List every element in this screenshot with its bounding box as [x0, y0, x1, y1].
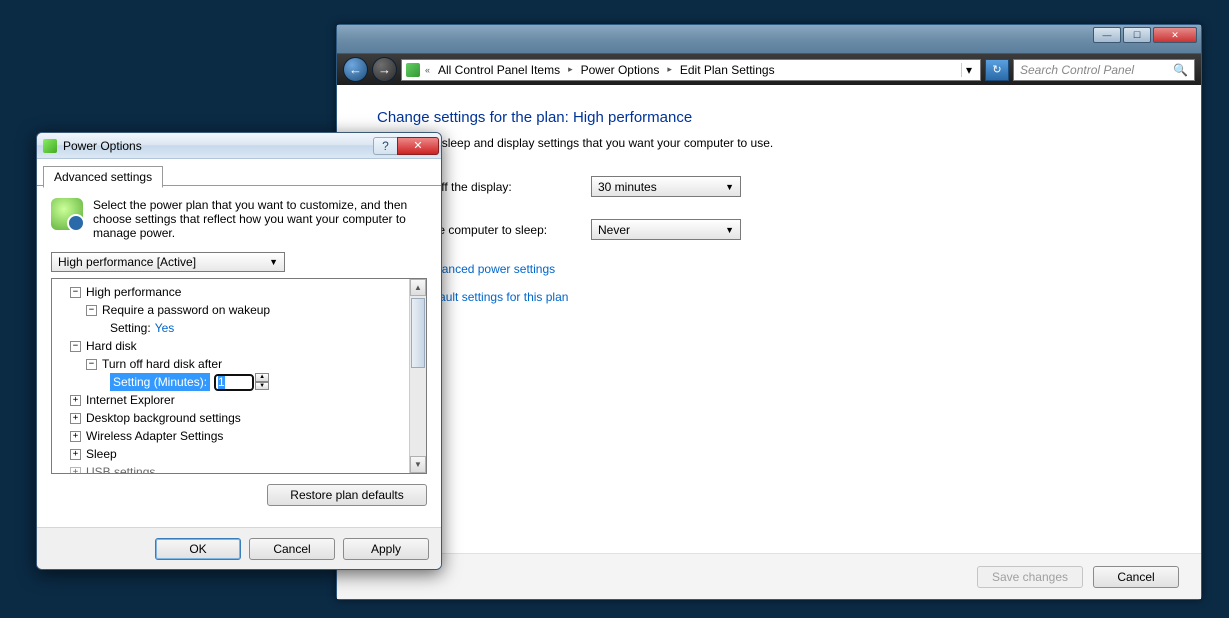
dialog-footer: OK Cancel Apply — [37, 527, 441, 569]
tree-setting-password[interactable]: Setting: Yes — [54, 319, 407, 337]
tree-node-hard-disk[interactable]: − Hard disk — [54, 337, 407, 355]
breadcrumb-item[interactable]: Power Options — [578, 63, 663, 77]
tab-strip: Advanced settings — [37, 159, 441, 185]
tree-label: Setting: — [110, 319, 151, 337]
expand-icon[interactable]: + — [70, 431, 81, 442]
breadcrumb-sep-icon: « — [422, 65, 433, 75]
expand-icon[interactable]: + — [70, 449, 81, 460]
expand-icon[interactable]: + — [70, 467, 81, 474]
tree-setting-hdd-minutes[interactable]: Setting (Minutes): ▲ ▼ — [54, 373, 407, 391]
select-value: 30 minutes — [598, 180, 657, 194]
ok-button[interactable]: OK — [155, 538, 241, 560]
window-titlebar[interactable]: — ☐ ✕ — [337, 25, 1201, 53]
breadcrumb-item[interactable]: All Control Panel Items — [435, 63, 563, 77]
tree-node-sleep[interactable]: + Sleep — [54, 445, 407, 463]
back-button[interactable]: ← — [343, 57, 368, 82]
tree-label: USB settings — [86, 463, 155, 473]
scroll-track[interactable] — [410, 296, 426, 456]
battery-icon — [43, 139, 57, 153]
tab-advanced-settings[interactable]: Advanced settings — [43, 166, 163, 188]
tree-label: Turn off hard disk after — [102, 355, 222, 373]
breadcrumb-item[interactable]: Edit Plan Settings — [677, 63, 778, 77]
breadcrumb-dropdown-icon[interactable]: ▾ — [961, 63, 976, 77]
tree-node-high-performance[interactable]: − High performance — [54, 283, 407, 301]
tree-label: Sleep — [86, 445, 117, 463]
dialog-title: Power Options — [63, 139, 142, 153]
spinner-down-button[interactable]: ▼ — [255, 382, 269, 391]
apply-button[interactable]: Apply — [343, 538, 429, 560]
window-close-button[interactable]: ✕ — [1153, 27, 1197, 43]
tree-label: Require a password on wakeup — [102, 301, 270, 319]
tree-label-selected: Setting (Minutes): — [110, 373, 210, 391]
tree-node-require-password[interactable]: − Require a password on wakeup — [54, 301, 407, 319]
tree-label: Internet Explorer — [86, 391, 175, 409]
help-button[interactable]: ? — [373, 137, 397, 155]
minimize-button[interactable]: — — [1093, 27, 1121, 43]
link-advanced-settings[interactable]: Change advanced power settings — [377, 262, 1161, 276]
cancel-button[interactable]: Cancel — [249, 538, 335, 560]
settings-tree: − High performance − Require a password … — [51, 278, 427, 474]
breadcrumb[interactable]: « All Control Panel Items ▸ Power Option… — [401, 59, 981, 81]
control-panel-window: — ☐ ✕ ← → « All Control Panel Items ▸ Po… — [336, 24, 1202, 600]
dialog-close-button[interactable]: ✕ — [397, 137, 439, 155]
tree-node-desktop-bg[interactable]: + Desktop background settings — [54, 409, 407, 427]
collapse-icon[interactable]: − — [86, 305, 97, 316]
power-plan-icon — [51, 198, 83, 230]
tree-label: Hard disk — [86, 337, 137, 355]
scroll-up-button[interactable]: ▲ — [410, 279, 426, 296]
dialog-titlebar[interactable]: Power Options ? ✕ — [37, 133, 441, 159]
setting-row-display: Turn off the display: 30 minutes ▼ — [377, 176, 1161, 197]
dialog-intro: Select the power plan that you want to c… — [51, 198, 427, 240]
cancel-button[interactable]: Cancel — [1093, 566, 1179, 588]
scroll-down-button[interactable]: ▼ — [410, 456, 426, 473]
save-changes-button[interactable]: Save changes — [977, 566, 1083, 588]
control-panel-icon — [406, 63, 420, 77]
sleep-timeout-select[interactable]: Never ▼ — [591, 219, 741, 240]
select-value: Never — [598, 223, 630, 237]
minutes-input[interactable] — [214, 374, 254, 391]
search-icon: 🔍 — [1173, 63, 1188, 77]
link-restore-defaults[interactable]: Restore default settings for this plan — [377, 290, 1161, 304]
refresh-button[interactable]: ↻ — [985, 59, 1009, 81]
tree-value[interactable]: Yes — [155, 319, 175, 337]
restore-plan-defaults-button[interactable]: Restore plan defaults — [267, 484, 427, 506]
tree-label: High performance — [86, 283, 181, 301]
page-footer: Save changes Cancel — [337, 553, 1201, 599]
search-input[interactable]: Search Control Panel 🔍 — [1013, 59, 1195, 81]
navigation-bar: ← → « All Control Panel Items ▸ Power Op… — [337, 53, 1201, 85]
tree-node-turn-off-hdd[interactable]: − Turn off hard disk after — [54, 355, 407, 373]
minutes-spinner[interactable]: ▲ ▼ — [214, 373, 254, 391]
chevron-down-icon: ▼ — [269, 257, 278, 267]
power-plan-select[interactable]: High performance [Active] ▼ — [51, 252, 285, 272]
collapse-icon[interactable]: − — [70, 341, 81, 352]
tree-label: Wireless Adapter Settings — [86, 427, 223, 445]
maximize-button[interactable]: ☐ — [1123, 27, 1151, 43]
chevron-down-icon: ▼ — [725, 225, 734, 235]
vertical-scrollbar[interactable]: ▲ ▼ — [409, 279, 426, 473]
tree-node-usb[interactable]: + USB settings — [54, 463, 407, 473]
dialog-body: Select the power plan that you want to c… — [37, 185, 441, 527]
page-title: Change settings for the plan: High perfo… — [377, 109, 1161, 126]
tree-node-wireless[interactable]: + Wireless Adapter Settings — [54, 427, 407, 445]
chevron-right-icon: ▸ — [565, 64, 576, 75]
collapse-icon[interactable]: − — [70, 287, 81, 298]
tree-node-ie[interactable]: + Internet Explorer — [54, 391, 407, 409]
scroll-thumb[interactable] — [411, 298, 425, 368]
display-timeout-select[interactable]: 30 minutes ▼ — [591, 176, 741, 197]
forward-button[interactable]: → — [372, 57, 397, 82]
page-body: Change settings for the plan: High perfo… — [337, 85, 1201, 553]
tree-label: Desktop background settings — [86, 409, 241, 427]
page-subtitle: Choose the sleep and display settings th… — [377, 136, 1161, 150]
collapse-icon[interactable]: − — [86, 359, 97, 370]
tree-content: − High performance − Require a password … — [52, 279, 409, 473]
chevron-right-icon: ▸ — [664, 64, 675, 75]
expand-icon[interactable]: + — [70, 413, 81, 424]
power-options-dialog: Power Options ? ✕ Advanced settings Sele… — [36, 132, 442, 570]
search-placeholder: Search Control Panel — [1020, 63, 1134, 77]
chevron-down-icon: ▼ — [725, 182, 734, 192]
expand-icon[interactable]: + — [70, 395, 81, 406]
select-value: High performance [Active] — [58, 255, 196, 269]
dialog-intro-text: Select the power plan that you want to c… — [93, 198, 427, 240]
setting-row-sleep: Put the computer to sleep: Never ▼ — [377, 219, 1161, 240]
